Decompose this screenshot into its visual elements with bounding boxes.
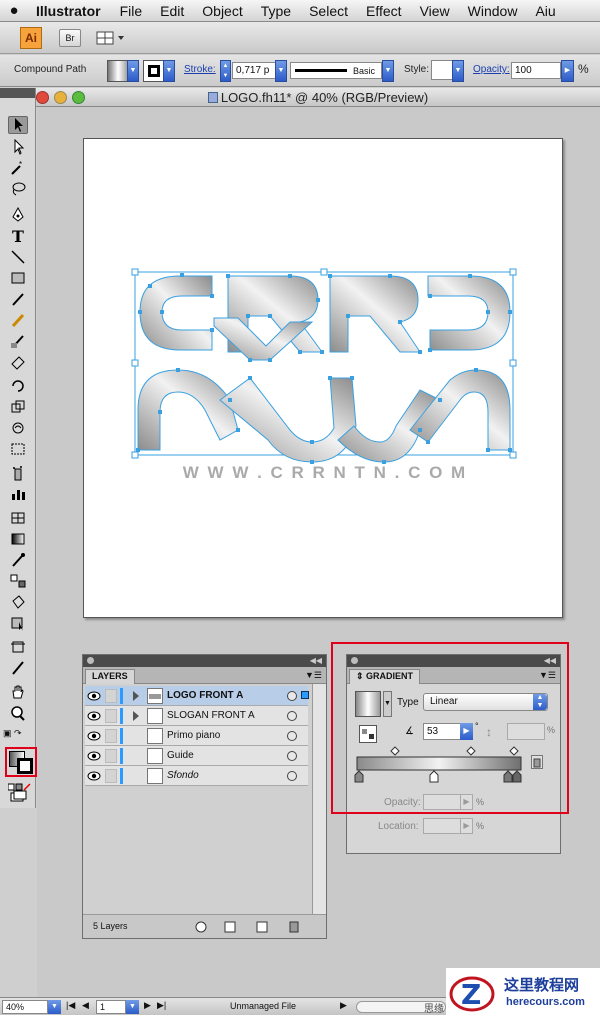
layer-thumbnail (147, 728, 163, 744)
layer-target-icon[interactable] (287, 751, 297, 761)
last-page-icon[interactable]: ▶| (157, 1000, 166, 1011)
layer-expand-triangle-icon[interactable] (133, 691, 139, 701)
stop-location-dropdown-icon: ▶ (460, 818, 473, 834)
visibility-eye-icon[interactable] (87, 730, 101, 742)
visibility-eye-icon[interactable] (87, 750, 101, 762)
layer-row-slogan-front-a[interactable]: SLOGAN FRONT A (85, 706, 308, 726)
layer-count: 5 Layers (93, 921, 128, 931)
layer-color-indicator (120, 768, 123, 784)
lock-toggle[interactable] (105, 729, 117, 743)
first-page-icon[interactable]: |◀ (66, 1000, 75, 1011)
visibility-eye-icon[interactable] (87, 710, 101, 722)
layers-scrollbar[interactable] (313, 684, 326, 914)
artwork-url-text: W W W . C R R N T N . C O M (182, 463, 468, 482)
lock-toggle[interactable] (105, 709, 117, 723)
create-sublayer-icon (256, 921, 268, 933)
layer-expand-triangle-icon[interactable] (133, 711, 139, 721)
layers-panel-close-icon[interactable] (87, 657, 94, 664)
layers-panel-titlebar[interactable]: ◀◀ (83, 655, 326, 667)
layer-color-indicator (120, 688, 123, 704)
stop-location-field (423, 818, 461, 834)
lock-toggle[interactable] (105, 689, 117, 703)
previous-page-icon[interactable]: ◀ (82, 1000, 89, 1011)
next-page-icon[interactable]: ▶ (144, 1000, 151, 1011)
layers-panel-tabs: LAYERS ▼☰ (83, 667, 326, 684)
layer-color-indicator (120, 708, 123, 724)
layer-color-indicator (120, 728, 123, 744)
watermark-en-text: herecours.com (506, 996, 585, 1008)
gradient-panel-highlight (331, 642, 569, 814)
document-status[interactable]: Unmanaged File (230, 1001, 296, 1011)
tab-layers[interactable]: LAYERS (85, 669, 135, 684)
layer-thumbnail (147, 748, 163, 764)
logo-shapes[interactable] (137, 275, 511, 463)
layer-selected-art-indicator[interactable] (301, 691, 309, 699)
layer-target-icon[interactable] (287, 731, 297, 741)
stop-location-label: Location: (378, 821, 419, 832)
layer-target-icon[interactable] (287, 711, 297, 721)
lock-toggle[interactable] (105, 769, 117, 783)
location-percent: % (476, 821, 485, 831)
layer-name[interactable]: Sfondo (167, 770, 199, 781)
bounding-box-handles[interactable] (131, 268, 517, 459)
layer-target-icon[interactable] (287, 771, 297, 781)
svg-text:Z: Z (461, 978, 481, 1011)
layers-panel-menu-icon[interactable]: ▼☰ (305, 670, 322, 681)
layers-panel-collapse-icon[interactable]: ◀◀ (310, 656, 322, 665)
layer-name[interactable]: Guide (167, 750, 194, 761)
layer-name[interactable]: Primo piano (167, 730, 220, 741)
layer-name[interactable]: LOGO FRONT A (167, 690, 243, 701)
watermark-cn-text: 这里教程网 (504, 977, 580, 994)
layers-panel-footer: 5 Layers (83, 914, 326, 938)
layer-row-primo-piano[interactable]: Primo piano (85, 726, 308, 746)
layer-row-guide[interactable]: Guide (85, 746, 308, 766)
zoom-dropdown-icon[interactable]: ▼ (48, 1000, 61, 1014)
layer-thumbnail (147, 708, 163, 724)
bounding-box (134, 271, 514, 456)
layer-thumbnail (147, 768, 163, 784)
layer-name[interactable]: SLOGAN FRONT A (167, 710, 255, 721)
lock-toggle[interactable] (105, 749, 117, 763)
locate-object-icon (195, 921, 207, 933)
layer-color-indicator (120, 748, 123, 764)
zoom-field[interactable]: 40% (2, 1000, 48, 1014)
visibility-eye-icon[interactable] (87, 690, 101, 702)
status-menu-icon[interactable]: ▶ (340, 1000, 347, 1011)
watermark-logo-icon: Z (449, 976, 495, 1012)
layer-row-logo-front-a[interactable]: LOGO FRONT A (85, 686, 309, 706)
layer-thumbnail (147, 688, 163, 704)
layers-list: LOGO FRONT A SLOGAN FRONT A Primo piano (83, 684, 313, 914)
layer-target-icon[interactable] (287, 691, 297, 701)
delete-layer-icon (289, 921, 299, 933)
watermark: Z 这里教程网 herecours.com (446, 968, 600, 1015)
page-dropdown-icon[interactable]: ▼ (126, 1000, 139, 1014)
anchor-points[interactable] (136, 273, 512, 464)
make-clipping-mask-icon (224, 921, 236, 933)
visibility-eye-icon[interactable] (87, 770, 101, 782)
layers-panel: ◀◀ LAYERS ▼☰ LOGO FRONT A SLOGAN FRONT A (82, 654, 327, 939)
watermark-cn-small: 思缘 (424, 1004, 444, 1015)
page-field[interactable]: 1 (96, 1000, 126, 1014)
layers-footer-buttons[interactable] (193, 920, 313, 934)
layer-row-sfondo[interactable]: Sfondo (85, 766, 308, 786)
